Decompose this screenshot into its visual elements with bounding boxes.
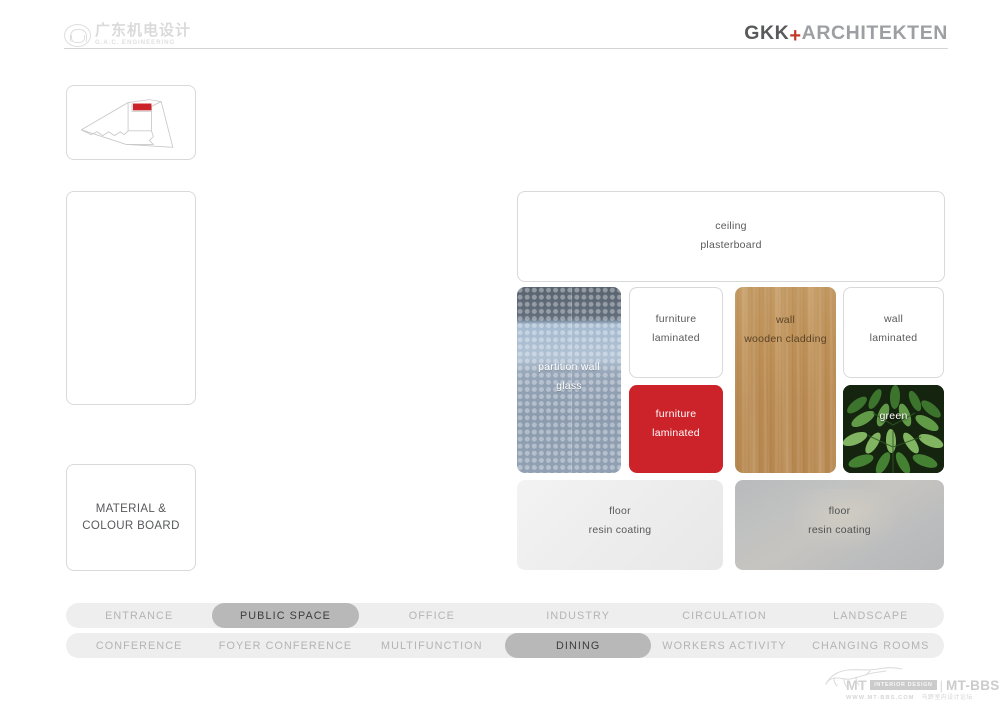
- glass-panel-seam: [571, 287, 573, 473]
- swatch-wall-laminated-line1: wall: [883, 313, 904, 325]
- watermark-badge: INTERIOR DESIGN: [870, 680, 937, 690]
- highlight-zone: [132, 103, 152, 111]
- swatch-floor-resin-light[interactable]: floor resin coating: [517, 480, 723, 570]
- watermark-separator: |: [939, 677, 944, 693]
- nav-tab-industry[interactable]: INDUSTRY: [505, 603, 651, 628]
- brand-plus-icon: +: [789, 25, 802, 47]
- client-logo-text: 广东机电设计 G.A.C. ENGINEERING: [95, 23, 191, 46]
- nav-tab-workers-activity[interactable]: WORKERS ACTIVITY: [651, 633, 797, 658]
- client-logo-en: G.A.C. ENGINEERING: [95, 39, 176, 47]
- nav-tab-landscape[interactable]: LANDSCAPE: [798, 603, 944, 628]
- site-plan-drawing: [80, 99, 174, 148]
- swatch-ceiling[interactable]: ceiling plasterboard: [517, 191, 945, 282]
- horse-logo-icon: [822, 666, 906, 690]
- swatch-wall-laminated-line2: laminated: [869, 332, 918, 345]
- swatch-ceiling-line2: plasterboard: [700, 239, 762, 252]
- plant-photo: [843, 385, 944, 473]
- swatch-furniture-laminated-white[interactable]: furniture laminated: [629, 287, 723, 378]
- client-logo: 广东机电设计 G.A.C. ENGINEERING: [64, 22, 204, 48]
- brand-primary: GKK: [744, 22, 790, 44]
- watermark-cn-site: 马蹄室内设计论坛: [921, 694, 973, 701]
- watermark-subtitle-row: WWW.MT-BBS.COM 马蹄室内设计论坛: [846, 692, 973, 701]
- board-title: MATERIAL & COLOUR BOARD: [82, 501, 180, 534]
- swatch-furniture-white-line1: furniture: [655, 313, 697, 325]
- swatch-floor-light-line2: resin coating: [588, 524, 652, 537]
- resin-sheen: [793, 489, 903, 552]
- swatch-wood-label: wall wooden cladding: [744, 311, 827, 350]
- swatch-furniture-red-label: furniture laminated: [652, 405, 700, 444]
- client-logo-cn: 广东机电设计: [95, 21, 192, 40]
- swatch-partition-wall-glass[interactable]: partition wall glass: [517, 287, 621, 473]
- swatch-floor-resin-grey[interactable]: floor resin coating: [735, 480, 944, 570]
- nav-tab-public-space[interactable]: PUBLIC SPACE: [212, 603, 359, 628]
- glass-dot-pattern: [517, 287, 621, 473]
- swatch-furniture-red-line2: laminated: [652, 427, 700, 440]
- watermark-url: WWW.MT-BBS.COM: [846, 695, 915, 701]
- brand-secondary: ARCHITEKTEN: [801, 22, 948, 44]
- swatch-wall-wooden-cladding[interactable]: wall wooden cladding: [735, 287, 836, 473]
- swatch-green-plant[interactable]: green: [843, 385, 944, 473]
- nav-row-primary: ENTRANCE PUBLIC SPACE OFFICE INDUSTRY CI…: [66, 603, 944, 628]
- swatch-wall-laminated[interactable]: wall laminated: [843, 287, 944, 378]
- company-seal-icon: [64, 23, 91, 47]
- page-header: 广东机电设计 G.A.C. ENGINEERING GKK+ARCHITEKTE…: [0, 0, 1000, 56]
- swatch-furniture-red-line1: furniture: [655, 408, 697, 420]
- header-divider: [64, 48, 948, 49]
- swatch-furniture-laminated-red[interactable]: furniture laminated: [629, 385, 723, 473]
- swatch-ceiling-line1: ceiling: [715, 220, 747, 232]
- site-watermark: MT INTERIOR DESIGN | MT-BBS WWW.MT-BBS.C…: [822, 666, 999, 702]
- board-title-line2: COLOUR BOARD: [82, 519, 180, 532]
- swatch-floor-light-line1: floor: [609, 505, 631, 517]
- swatch-ceiling-label: ceiling plasterboard: [700, 217, 761, 256]
- nav-tab-entrance[interactable]: ENTRANCE: [66, 603, 212, 628]
- plant-illustration: [843, 385, 944, 473]
- board-title-line1: MATERIAL &: [95, 503, 167, 516]
- nav-tab-dining[interactable]: DINING: [504, 633, 652, 658]
- nav-row-secondary: CONFERENCE FOYER CONFERENCE MULTIFUNCTIO…: [66, 633, 944, 658]
- swatch-furniture-white-label: furniture laminated: [652, 310, 700, 349]
- nav-tab-conference[interactable]: CONFERENCE: [66, 633, 212, 658]
- watermark-mark: MT: [846, 677, 868, 693]
- nav-tab-changing-rooms[interactable]: CHANGING ROOMS: [798, 633, 944, 658]
- horse-logo-drawing: [825, 667, 903, 688]
- nav-tab-multifunction[interactable]: MULTIFUNCTION: [359, 633, 505, 658]
- nav-tab-foyer-conference[interactable]: FOYER CONFERENCE: [212, 633, 358, 658]
- nav-tab-circulation[interactable]: CIRCULATION: [651, 603, 797, 628]
- watermark-site: MT-BBS: [946, 677, 1000, 693]
- swatch-wall-laminated-label: wall laminated: [870, 310, 918, 349]
- swatch-furniture-white-line2: laminated: [652, 332, 700, 345]
- swatch-wood-line2: wooden cladding: [744, 333, 827, 346]
- nav-tab-office[interactable]: OFFICE: [359, 603, 505, 628]
- watermark-title-row: MT INTERIOR DESIGN | MT-BBS: [846, 677, 1000, 693]
- blank-panel: [66, 191, 196, 405]
- swatch-wood-line1: wall: [775, 314, 796, 326]
- site-plan-thumbnail[interactable]: [66, 85, 196, 160]
- brand-wordmark: GKK+ARCHITEKTEN: [744, 22, 948, 47]
- board-title-panel: MATERIAL & COLOUR BOARD: [66, 464, 196, 571]
- swatch-floor-light-label: floor resin coating: [589, 502, 652, 541]
